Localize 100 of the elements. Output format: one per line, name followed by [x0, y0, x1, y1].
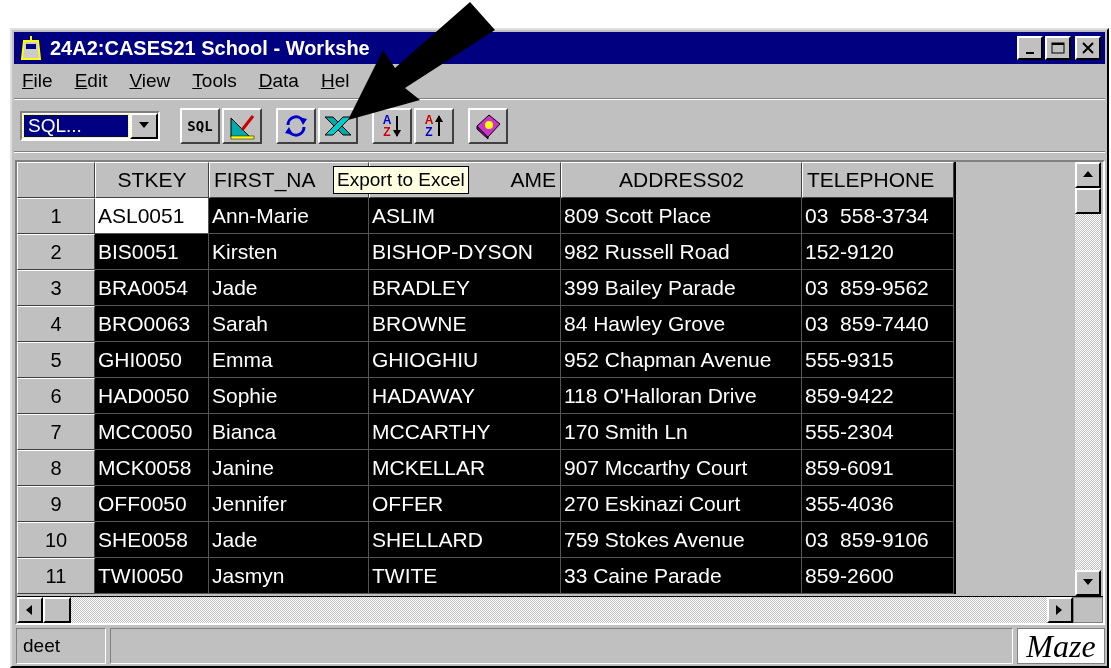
design-button[interactable] [222, 108, 262, 144]
menu-item[interactable]: Data [258, 70, 299, 92]
row-number[interactable]: 2 [17, 234, 95, 270]
horizontal-scrollbar[interactable] [17, 596, 1103, 623]
table-cell: 399 Bailey Parade [561, 270, 802, 306]
table-cell: MCK0058 [95, 450, 209, 486]
table-cell: OFFER [369, 486, 561, 522]
table-cell: Janine [209, 450, 369, 486]
table-cell: 859-2600 [802, 558, 954, 594]
table-cell: GHI0050 [95, 342, 209, 378]
query-dropdown[interactable]: SQL... [20, 111, 160, 141]
close-button[interactable] [1075, 36, 1101, 60]
row-number[interactable]: 3 [17, 270, 95, 306]
table-cell: Jade [209, 522, 369, 558]
sort-desc-button[interactable]: A Z [414, 108, 454, 144]
table-cell: SHELLARD [369, 522, 561, 558]
table-cell: 170 Smith Ln [561, 414, 802, 450]
table-cell: 84 Hawley Grove [561, 306, 802, 342]
excel-icon [323, 113, 353, 139]
refresh-button[interactable] [276, 108, 316, 144]
row-number[interactable]: 10 [17, 522, 95, 558]
table-cell: Jade [209, 270, 369, 306]
table-cell: ASL0051 [95, 198, 209, 234]
row-number[interactable]: 7 [17, 414, 95, 450]
scroll-up-button[interactable] [1075, 162, 1101, 188]
table-cell: Sarah [209, 306, 369, 342]
menu-item[interactable]: File [22, 70, 53, 92]
table-cell: Sophie [209, 378, 369, 414]
menu-item[interactable]: Tools [192, 70, 237, 92]
table-cell: 03 859-9106 [802, 522, 954, 558]
minimize-button[interactable] [1017, 36, 1043, 60]
table-cell: TWITE [369, 558, 561, 594]
table-cell: BISHOP-DYSON [369, 234, 561, 270]
scroll-left-button[interactable] [17, 597, 43, 623]
row-number[interactable]: 5 [17, 342, 95, 378]
table-cell: MCKELLAR [369, 450, 561, 486]
window-title: 24A2:CASES21 School - Workshe [50, 36, 370, 60]
refresh-icon [282, 112, 310, 140]
table-cell: Jennifer [209, 486, 369, 522]
row-number[interactable]: 6 [17, 378, 95, 414]
table-cell: BRA0054 [95, 270, 209, 306]
table-cell: 33 Caine Parade [561, 558, 802, 594]
table-cell: 952 Chapman Avenue [561, 342, 802, 378]
table-cell: 859-9422 [802, 378, 954, 414]
row-number[interactable]: 4 [17, 306, 95, 342]
table-cell: Kirsten [209, 234, 369, 270]
menu-item[interactable]: View [129, 70, 171, 92]
sql-button[interactable]: SQL [180, 108, 220, 144]
table-cell: 859-6091 [802, 450, 954, 486]
table-cell: 555-9315 [802, 342, 954, 378]
sort-asc-button[interactable]: A Z [372, 108, 412, 144]
table-cell: Ann-Marie [209, 198, 369, 234]
tooltip: Export to Excel [333, 166, 469, 194]
table-cell: 355-4036 [802, 486, 954, 522]
scrollbar-thumb[interactable] [1075, 188, 1101, 214]
table-cell: 03 859-7440 [802, 306, 954, 342]
table-cell: BRO0063 [95, 306, 209, 342]
table-cell: OFF0050 [95, 486, 209, 522]
table-cell: 809 Scott Place [561, 198, 802, 234]
column-header[interactable]: ADDRESS02 [561, 162, 802, 198]
menu-item[interactable]: Edit [74, 70, 108, 92]
maximize-button[interactable] [1045, 36, 1071, 60]
column-header[interactable]: STKEY [95, 162, 209, 198]
excel-button[interactable] [318, 108, 358, 144]
table-cell: 759 Stokes Avenue [561, 522, 802, 558]
set-square-pencil-icon [228, 112, 256, 140]
table-cell: 555-2304 [802, 414, 954, 450]
menu-item[interactable]: Hel [320, 70, 350, 92]
table-cell: HAD0050 [95, 378, 209, 414]
row-number[interactable]: 1 [17, 198, 95, 234]
table-cell: Emma [209, 342, 369, 378]
table-cell: MCC0050 [95, 414, 209, 450]
table-cell: 907 Mccarthy Court [561, 450, 802, 486]
computer-icon [18, 35, 44, 61]
scrollbar-thumb[interactable] [43, 597, 71, 623]
minimize-icon [1026, 52, 1034, 54]
help-button[interactable] [468, 108, 508, 144]
table-cell: TWI0050 [95, 558, 209, 594]
close-icon [1082, 42, 1094, 54]
row-number[interactable]: 8 [17, 450, 95, 486]
table-cell: GHIOGHIU [369, 342, 561, 378]
vertical-scrollbar[interactable] [1075, 162, 1101, 596]
column-header[interactable]: TELEPHONE [802, 162, 954, 198]
maze-logo: Maze [1017, 628, 1105, 664]
table-cell: BIS0051 [95, 234, 209, 270]
table-cell: 270 Eskinazi Court [561, 486, 802, 522]
table-cell: ASLIM [369, 198, 561, 234]
scroll-down-button[interactable] [1075, 570, 1101, 596]
table-cell: Jasmyn [209, 558, 369, 594]
scroll-right-button[interactable] [1047, 597, 1073, 623]
table-cell: 152-9120 [802, 234, 954, 270]
status-text: deet [16, 628, 106, 664]
row-number[interactable]: 9 [17, 486, 95, 522]
table-cell: MCCARTHY [369, 414, 561, 450]
table-cell: SHE0058 [95, 522, 209, 558]
table-cell: 982 Russell Road [561, 234, 802, 270]
table-cell: Bianca [209, 414, 369, 450]
table-cell: BRADLEY [369, 270, 561, 306]
table-cell: 03 558-3734 [802, 198, 954, 234]
row-number[interactable]: 11 [17, 558, 95, 594]
